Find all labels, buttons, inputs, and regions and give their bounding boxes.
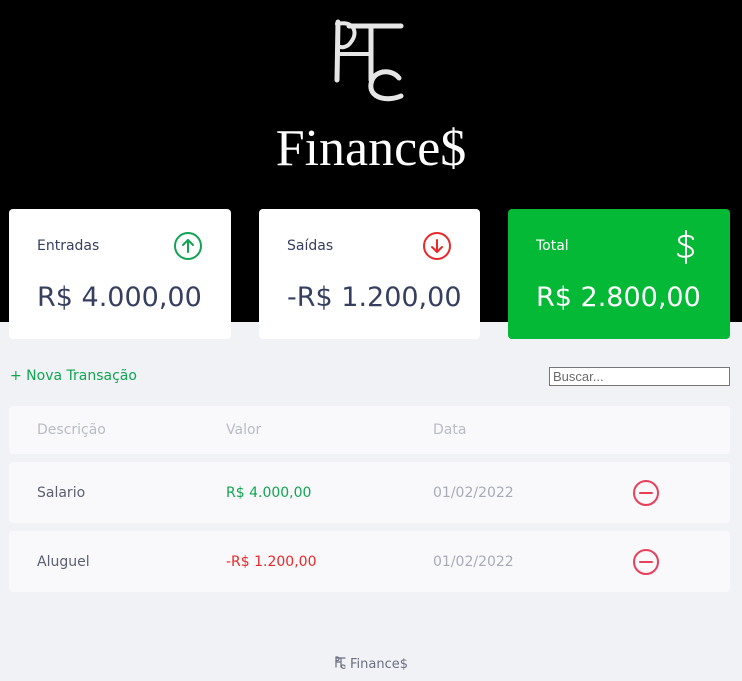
new-transaction-link[interactable]: + Nova Transação xyxy=(10,367,137,385)
header-amount: Valor xyxy=(226,422,262,438)
brand-title: Finance$ xyxy=(275,120,467,177)
expense-value: -R$ 1.200,00 xyxy=(287,282,462,313)
search-input[interactable] xyxy=(549,367,730,386)
ptc-mini-logo xyxy=(335,656,346,669)
arrow-down-circle-icon xyxy=(423,232,451,260)
remove-transaction-icon[interactable] xyxy=(631,547,661,577)
footer-text: Finance$ xyxy=(349,657,408,672)
header-description: Descrição xyxy=(37,422,106,438)
ptc-logo xyxy=(334,19,404,102)
footer: Finance$ xyxy=(0,656,742,674)
table-row: Aluguel -R$ 1.200,00 01/02/2022 xyxy=(9,531,730,592)
row-date: 01/02/2022 xyxy=(433,484,514,501)
income-card: Entradas R$ 4.000,00 xyxy=(9,209,231,339)
row-date: 01/02/2022 xyxy=(433,553,514,570)
row-description: Aluguel xyxy=(37,553,90,570)
income-value: R$ 4.000,00 xyxy=(37,282,202,313)
income-label: Entradas xyxy=(37,238,100,254)
total-card: Total R$ 2.800,00 xyxy=(508,209,730,339)
dollar-sign-icon xyxy=(677,230,694,264)
header-date: Data xyxy=(433,422,467,438)
total-label: Total xyxy=(536,238,569,254)
remove-transaction-icon[interactable] xyxy=(631,478,661,508)
expense-card: Saídas -R$ 1.200,00 xyxy=(259,209,480,339)
table-header: Descrição Valor Data xyxy=(9,406,730,454)
row-amount: -R$ 1.200,00 xyxy=(226,553,317,570)
row-amount: R$ 4.000,00 xyxy=(226,484,312,501)
expense-label: Saídas xyxy=(287,238,334,254)
table-row: Salario R$ 4.000,00 01/02/2022 xyxy=(9,462,730,523)
row-description: Salario xyxy=(37,484,86,501)
total-value: R$ 2.800,00 xyxy=(536,282,701,313)
arrow-up-circle-icon xyxy=(174,232,202,260)
